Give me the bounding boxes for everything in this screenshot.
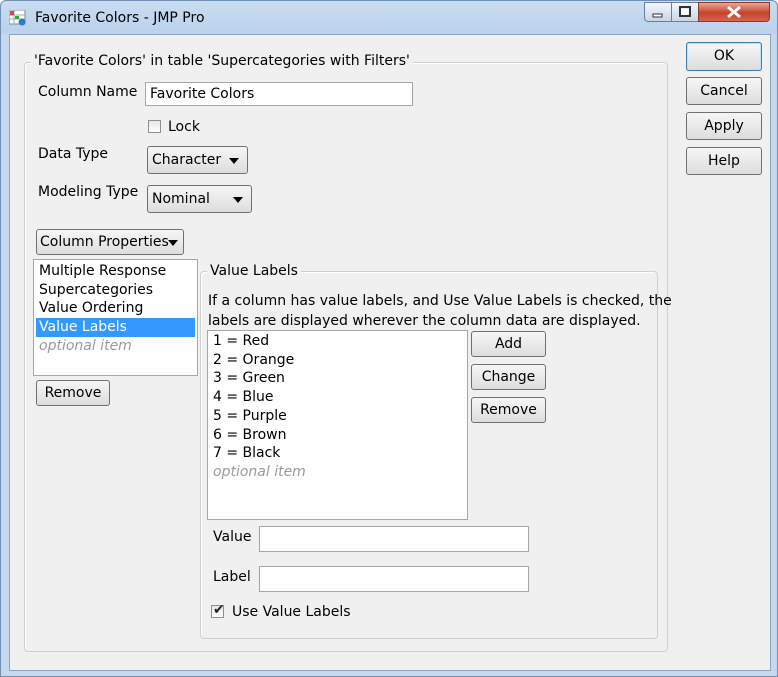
value-labels-description-1: If a column has value labels, and Use Va… bbox=[208, 293, 672, 309]
list-item[interactable]: 4 = Blue bbox=[210, 388, 465, 407]
list-item-optional[interactable]: optional item bbox=[210, 463, 465, 482]
list-item[interactable]: 1 = Red bbox=[210, 332, 465, 351]
help-button[interactable]: Help bbox=[686, 147, 762, 175]
jmp-app-icon bbox=[9, 10, 26, 26]
chevron-down-icon bbox=[233, 197, 243, 203]
list-item[interactable]: 7 = Black bbox=[210, 444, 465, 463]
list-item[interactable]: 2 = Orange bbox=[210, 351, 465, 370]
data-type-label: Data Type bbox=[38, 146, 109, 162]
value-input[interactable] bbox=[259, 526, 529, 552]
cancel-button[interactable]: Cancel bbox=[686, 77, 762, 105]
column-properties-label: Column Properties bbox=[40, 234, 169, 250]
title-bar[interactable]: Favorite Colors - JMP Pro bbox=[1, 1, 777, 35]
list-item-multiple-response[interactable]: Multiple Response bbox=[36, 262, 195, 281]
change-value-label-button[interactable]: Change bbox=[471, 364, 546, 390]
label-field-label: Label bbox=[213, 569, 251, 585]
maximize-icon bbox=[679, 6, 691, 17]
list-item[interactable]: 6 = Brown bbox=[210, 426, 465, 445]
checkmark-icon: ✔ bbox=[213, 602, 225, 618]
dialog-body: 'Favorite Colors' in table 'Supercategor… bbox=[9, 34, 771, 671]
data-type-dropdown[interactable]: Character bbox=[147, 146, 248, 174]
column-info-group-title: 'Favorite Colors' in table 'Supercategor… bbox=[31, 53, 413, 69]
list-item-optional[interactable]: optional item bbox=[36, 337, 195, 356]
modeling-type-value: Nominal bbox=[152, 191, 210, 207]
list-item-supercategories[interactable]: Supercategories bbox=[36, 281, 195, 300]
list-item-value-ordering[interactable]: Value Ordering bbox=[36, 299, 195, 318]
window-title: Favorite Colors - JMP Pro bbox=[35, 10, 205, 26]
minimize-button[interactable] bbox=[644, 2, 672, 22]
use-value-labels-checkbox[interactable]: ✔ bbox=[211, 602, 225, 618]
minimize-icon bbox=[652, 13, 663, 18]
lock-label: Lock bbox=[168, 119, 200, 135]
value-labels-description-2: labels are displayed wherever the column… bbox=[208, 313, 641, 329]
column-properties-button[interactable]: Column Properties bbox=[36, 229, 184, 255]
lock-checkbox[interactable] bbox=[148, 120, 161, 133]
value-labels-title: Value Labels bbox=[207, 263, 301, 279]
data-type-value: Character bbox=[152, 152, 222, 168]
column-name-label: Column Name bbox=[38, 84, 138, 100]
modeling-type-label: Modeling Type bbox=[38, 184, 139, 200]
value-labels-list[interactable]: 1 = Red 2 = Orange 3 = Green 4 = Blue 5 … bbox=[207, 330, 468, 520]
chevron-down-icon bbox=[229, 158, 239, 164]
use-value-labels-label: Use Value Labels bbox=[232, 604, 351, 620]
close-icon bbox=[727, 5, 741, 19]
modeling-type-dropdown[interactable]: Nominal bbox=[147, 185, 252, 213]
properties-list[interactable]: Multiple Response Supercategories Value … bbox=[33, 259, 198, 376]
list-item[interactable]: 5 = Purple bbox=[210, 407, 465, 426]
ok-button[interactable]: OK bbox=[686, 42, 762, 71]
dialog-window: Favorite Colors - JMP Pro 'Favorite Colo… bbox=[0, 0, 778, 677]
remove-value-label-button[interactable]: Remove bbox=[471, 397, 546, 423]
list-item-value-labels[interactable]: Value Labels bbox=[36, 318, 195, 337]
remove-property-button[interactable]: Remove bbox=[36, 380, 110, 406]
column-name-input[interactable]: Favorite Colors bbox=[145, 82, 413, 106]
apply-button[interactable]: Apply bbox=[686, 112, 762, 140]
close-button[interactable] bbox=[698, 2, 770, 22]
chevron-down-icon bbox=[168, 240, 178, 246]
add-value-label-button[interactable]: Add bbox=[471, 331, 546, 357]
list-item[interactable]: 3 = Green bbox=[210, 369, 465, 388]
label-input[interactable] bbox=[259, 566, 529, 592]
maximize-button[interactable] bbox=[671, 2, 699, 22]
value-field-label: Value bbox=[213, 529, 252, 545]
